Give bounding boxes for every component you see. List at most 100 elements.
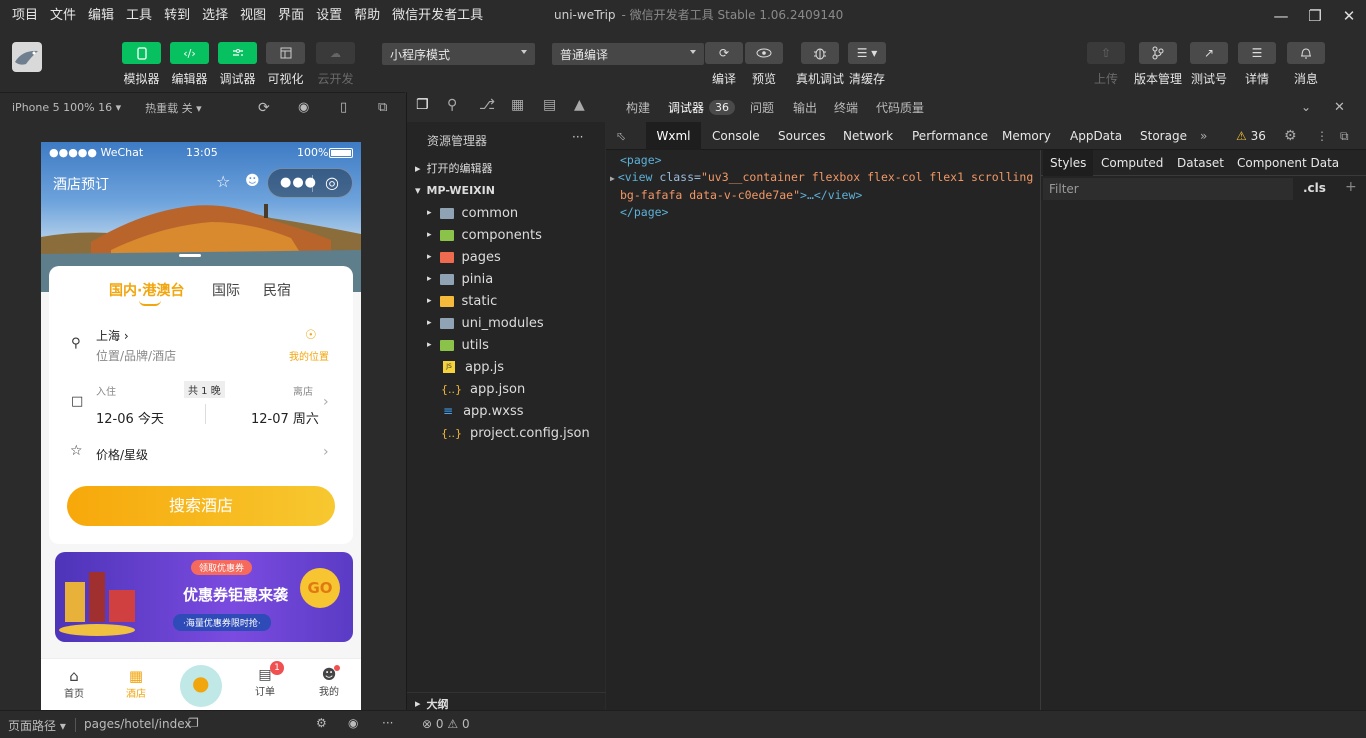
folder-components[interactable]: ▸ components: [407, 224, 606, 246]
wxml-node-view[interactable]: ▶ <view class="uv3__container flexbox fle…: [610, 169, 1040, 187]
compile-button[interactable]: ⟳ 编译: [705, 42, 743, 87]
reload-icon[interactable]: ⟳: [258, 100, 270, 116]
more-actions-icon[interactable]: ···: [572, 130, 583, 144]
eye-icon[interactable]: ◉: [348, 716, 358, 730]
folder-uni-modules[interactable]: ▸ uni_modules: [407, 312, 606, 334]
folder-pages[interactable]: ▸ pages: [407, 246, 606, 268]
menu-select[interactable]: 选择: [196, 0, 234, 31]
maximize-button[interactable]: ❐: [1298, 0, 1332, 31]
tab-component-data[interactable]: Component Data: [1237, 150, 1339, 176]
copy-icon[interactable]: ❐: [188, 716, 199, 730]
debugger-toggle[interactable]: 调试器: [218, 42, 257, 87]
file-app-json[interactable]: {..} app.json: [407, 378, 606, 400]
project-root[interactable]: ▾ MP-WEIXIN: [407, 179, 606, 201]
cls-toggle[interactable]: .cls: [1303, 181, 1326, 195]
file-app-js[interactable]: JS app.js: [407, 356, 606, 378]
remote-debug-button[interactable]: 真机调试: [796, 42, 844, 87]
mode-select[interactable]: 小程序模式: [382, 43, 535, 65]
inspect-element-icon[interactable]: ⬁: [616, 122, 626, 150]
close-panel-icon[interactable]: ✕: [1334, 100, 1345, 115]
more-tabs-icon[interactable]: »: [1200, 122, 1207, 150]
close-miniprogram-icon[interactable]: ◎: [325, 173, 339, 192]
tab-international[interactable]: 国际: [212, 280, 240, 300]
coupon-banner[interactable]: 领取优惠券 优惠券钜惠来袭 ·海量优惠券限时抢· GO: [55, 552, 353, 642]
simulator-toggle[interactable]: 模拟器: [122, 42, 161, 87]
settings-gear-icon[interactable]: ⚙: [1284, 122, 1297, 150]
menu-project[interactable]: 项目: [6, 0, 44, 31]
clear-cache-button[interactable]: ☰ ▾ 清缓存: [848, 42, 886, 87]
wxml-node-view-cont[interactable]: bg-fafafa data-v-c0ede7ae">…</view>: [620, 187, 1040, 204]
tab-mine[interactable]: ☻ 我的: [316, 665, 342, 698]
expand-triangle-icon[interactable]: ▶: [610, 174, 615, 183]
version-control-button[interactable]: 版本管理: [1134, 42, 1182, 87]
tab-problems[interactable]: 问题: [750, 99, 774, 116]
tab-dataset[interactable]: Dataset: [1177, 150, 1224, 176]
tab-build[interactable]: 构建: [626, 99, 650, 116]
my-location-button[interactable]: 我的位置: [289, 348, 329, 363]
collapse-panel-icon[interactable]: ⌄: [1301, 100, 1311, 114]
tab-hotel[interactable]: ▦ 酒店: [123, 667, 149, 700]
outline-view-icon[interactable]: ▤: [543, 97, 556, 113]
tab-styles[interactable]: Styles: [1043, 150, 1094, 176]
hot-reload-select[interactable]: 热重载 关 ▾: [145, 100, 202, 116]
popout-icon[interactable]: ⧉: [378, 100, 387, 115]
preview-button[interactable]: 预览: [745, 42, 783, 87]
tab-storage[interactable]: Storage: [1140, 122, 1187, 150]
messages-button[interactable]: 消息: [1287, 42, 1325, 87]
device-rotate-icon[interactable]: ▯: [340, 100, 347, 115]
editor-toggle[interactable]: ‹/› 编辑器: [170, 42, 209, 87]
docker-icon[interactable]: ▲: [574, 97, 585, 113]
menu-interface[interactable]: 界面: [272, 0, 310, 31]
page-path-select[interactable]: 页面路径 ▾: [8, 717, 66, 734]
visual-toggle[interactable]: 可视化: [266, 42, 305, 87]
tab-memory[interactable]: Memory: [1002, 122, 1051, 150]
tab-debugger[interactable]: 调试器: [668, 99, 704, 116]
search-hotel-button[interactable]: 搜索酒店: [67, 486, 335, 526]
tab-code-quality[interactable]: 代码质量: [876, 99, 924, 116]
profile-icon[interactable]: ☻: [245, 173, 260, 189]
city-select[interactable]: 上海 ›: [96, 327, 129, 344]
menu-settings[interactable]: 设置: [310, 0, 348, 31]
tab-wxml[interactable]: Wxml: [646, 122, 701, 150]
open-editors-section[interactable]: ▸ 打开的编辑器: [407, 157, 606, 179]
tab-homestay[interactable]: 民宿: [263, 280, 291, 300]
more-icon[interactable]: ···: [382, 716, 393, 730]
folder-common[interactable]: ▸ common: [407, 202, 606, 224]
close-window-button[interactable]: ✕: [1332, 0, 1366, 31]
warnings-counter[interactable]: ⚠ 36: [1236, 122, 1266, 150]
keyword-input[interactable]: 位置/品牌/酒店: [96, 347, 176, 364]
details-button[interactable]: ☰ 详情: [1238, 42, 1276, 87]
folder-utils[interactable]: ▸ utils: [407, 334, 606, 356]
files-icon[interactable]: ❐: [416, 97, 429, 113]
add-rule-icon[interactable]: +: [1345, 179, 1357, 195]
wxml-node-page-close[interactable]: </page>: [620, 204, 1040, 221]
locate-icon[interactable]: ☉: [305, 328, 317, 343]
menu-devtools[interactable]: 微信开发者工具: [386, 0, 489, 31]
tab-network[interactable]: Network: [843, 122, 893, 150]
test-account-button[interactable]: ↗ 测试号: [1190, 42, 1228, 87]
tab-terminal[interactable]: 终端: [834, 99, 858, 116]
file-app-wxss[interactable]: ≡ app.wxss: [407, 400, 606, 422]
extensions-icon[interactable]: ▦: [511, 97, 524, 113]
capsule-menu[interactable]: ●●● ◎: [267, 168, 353, 198]
error-count[interactable]: ⊗ 0 ⚠ 0: [422, 717, 470, 731]
menu-view[interactable]: 视图: [234, 0, 272, 31]
tab-performance[interactable]: Performance: [912, 122, 988, 150]
folder-static[interactable]: ▸ static: [407, 290, 606, 312]
tab-sources[interactable]: Sources: [778, 122, 825, 150]
folder-pinia[interactable]: ▸ pinia: [407, 268, 606, 290]
upload-button[interactable]: ⇧ 上传: [1087, 42, 1125, 87]
tab-center-balloon[interactable]: ●: [180, 665, 222, 707]
wxml-node-page-open[interactable]: <page>: [620, 152, 1040, 169]
menu-file[interactable]: 文件: [44, 0, 82, 31]
styles-filter-input[interactable]: Filter: [1043, 178, 1293, 200]
device-select[interactable]: iPhone 5 100% 16 ▾: [12, 101, 121, 114]
tab-domestic[interactable]: 国内·港澳台: [109, 280, 184, 300]
menu-goto[interactable]: 转到: [158, 0, 196, 31]
menu-edit[interactable]: 编辑: [82, 0, 120, 31]
tab-home[interactable]: ⌂ 首页: [61, 667, 87, 700]
tab-order[interactable]: ▤ 订单 1: [252, 661, 284, 698]
tab-output[interactable]: 输出: [793, 99, 817, 116]
search-icon[interactable]: ⚲: [447, 97, 457, 113]
source-control-icon[interactable]: ⎇: [479, 97, 495, 113]
